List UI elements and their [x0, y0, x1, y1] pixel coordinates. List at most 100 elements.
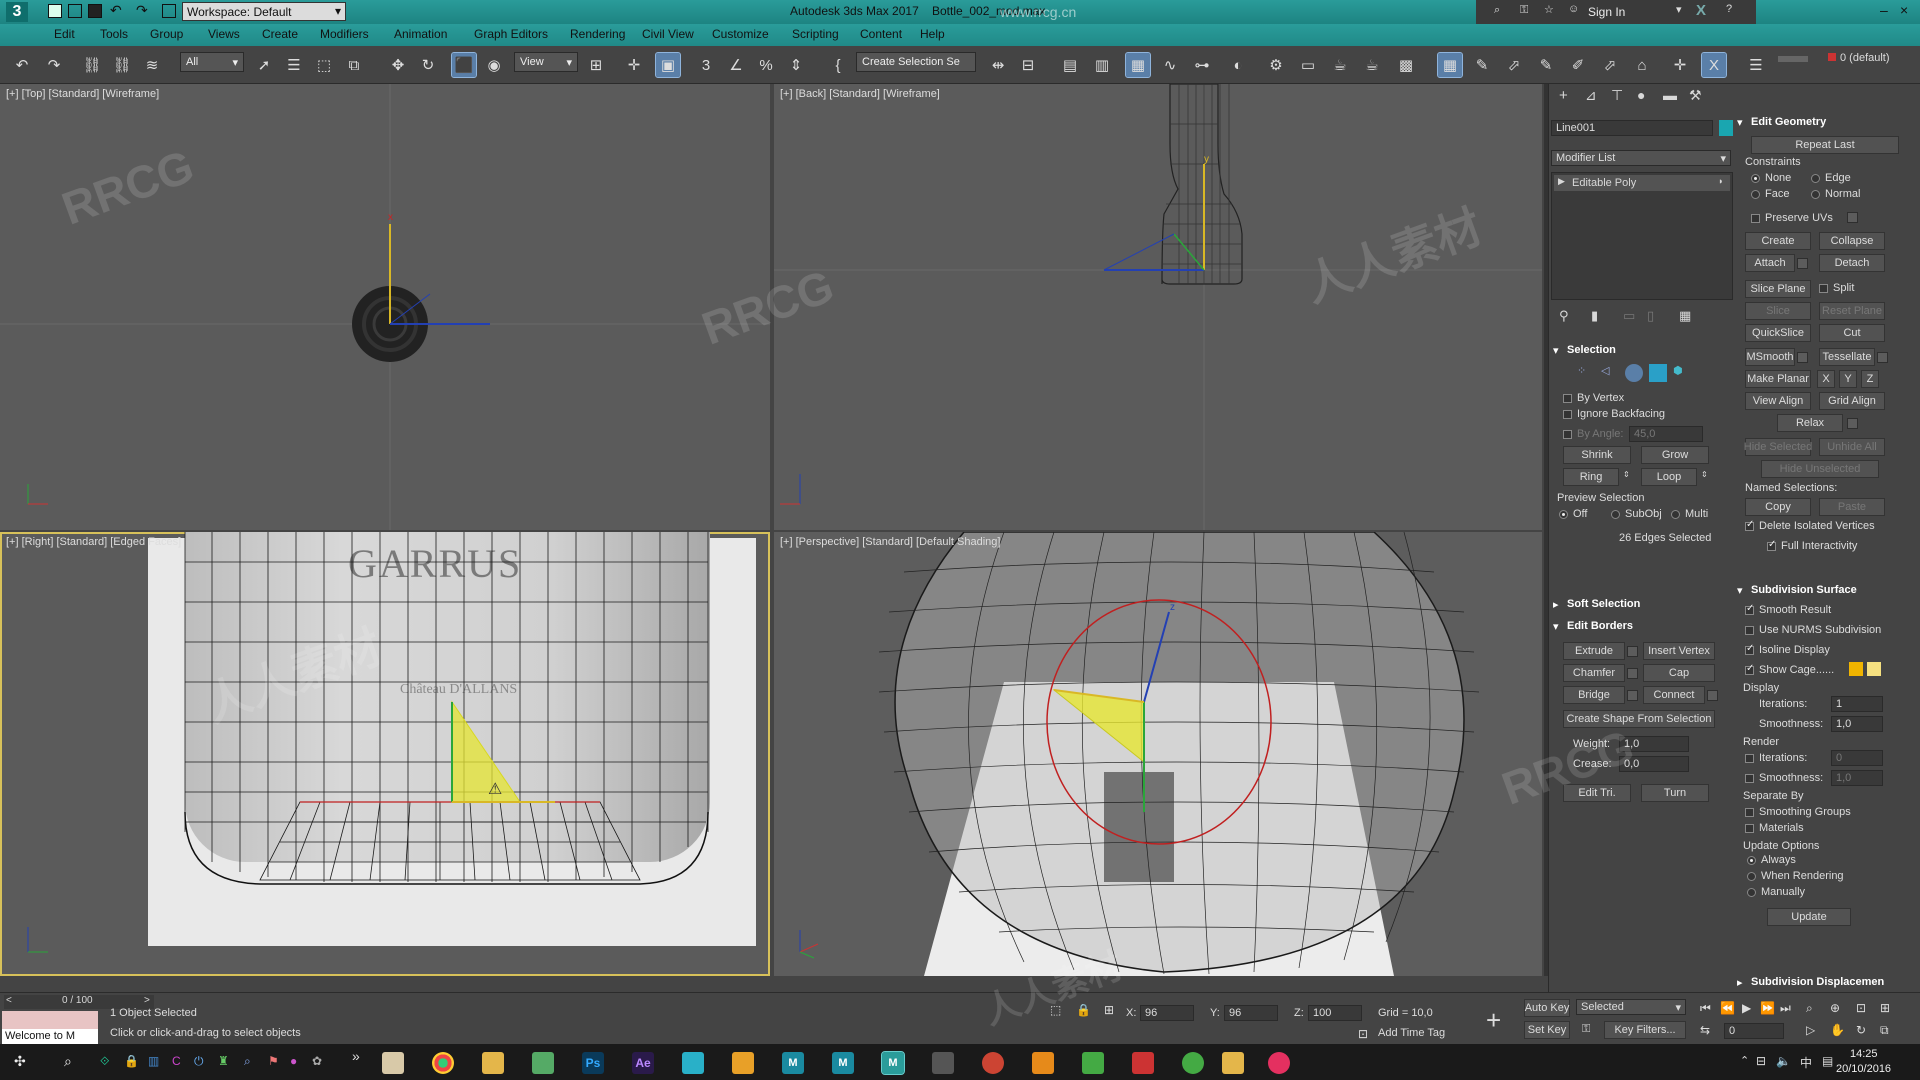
render-iterations-field[interactable]: 0: [1831, 750, 1883, 766]
loop-spinner[interactable]: ⇕: [1701, 470, 1708, 479]
coord-x-field[interactable]: 96: [1140, 1005, 1194, 1021]
planar-x-button[interactable]: X: [1817, 370, 1835, 388]
coord-y-field[interactable]: 96: [1224, 1005, 1278, 1021]
extrude-button[interactable]: Extrude: [1563, 642, 1625, 660]
menu-group[interactable]: Group: [150, 27, 183, 41]
menu-edit[interactable]: Edit: [54, 27, 75, 41]
percent-snap-icon[interactable]: %: [754, 53, 778, 77]
go-to-start-icon[interactable]: ⏮: [1700, 1001, 1711, 1016]
maxscript-listener[interactable]: [2, 1011, 98, 1029]
maxscript-mini[interactable]: Welcome to M: [2, 1029, 98, 1045]
lock-app-icon[interactable]: 🔒: [124, 1054, 139, 1068]
turn-button[interactable]: Turn: [1641, 784, 1709, 802]
new-file-icon[interactable]: [48, 4, 62, 18]
start-icon[interactable]: ✣: [14, 1053, 26, 1070]
select-manipulate-icon[interactable]: ◉: [482, 53, 506, 77]
menu-graph-editors[interactable]: Graph Editors: [474, 27, 548, 41]
tk-app-5-icon[interactable]: [982, 1052, 1004, 1074]
quick-redo-icon[interactable]: ↷: [136, 2, 148, 19]
pan-icon[interactable]: ✋: [1830, 1023, 1845, 1037]
display-tab-icon[interactable]: ▬: [1663, 87, 1677, 103]
tk-app-4-icon[interactable]: [932, 1052, 954, 1074]
select-object-icon[interactable]: ➚: [252, 53, 276, 77]
auto-key-button[interactable]: Auto Key: [1524, 999, 1570, 1017]
make-planar-button[interactable]: Make Planar: [1745, 370, 1811, 388]
aftereffects-icon[interactable]: Ae: [632, 1052, 654, 1074]
edit-borders-title[interactable]: Edit Borders: [1567, 620, 1633, 632]
zoom-extents-all-icon[interactable]: ⊞: [1880, 1001, 1890, 1015]
planar-y-button[interactable]: Y: [1839, 370, 1857, 388]
detach-button[interactable]: Detach: [1819, 254, 1885, 272]
time-tag-icon[interactable]: ⊡: [1358, 1027, 1368, 1041]
explorer-icon[interactable]: [382, 1052, 404, 1074]
zoom-all-icon[interactable]: ⊕: [1830, 1001, 1840, 1015]
loop-button[interactable]: Loop: [1641, 468, 1697, 486]
by-angle-checkbox[interactable]: [1563, 430, 1572, 439]
tray-flag-icon[interactable]: ⚑: [268, 1054, 279, 1068]
smoothing-groups-checkbox[interactable]: [1745, 808, 1754, 817]
ignore-backfacing-checkbox[interactable]: [1563, 410, 1572, 419]
zoom-icon[interactable]: ⌕: [1806, 1001, 1813, 1016]
field-of-view-icon[interactable]: ▷: [1806, 1023, 1815, 1037]
collapse-button[interactable]: Collapse: [1819, 232, 1885, 250]
ref-coord-dropdown[interactable]: View ▾: [514, 52, 578, 72]
render-iterations-checkbox[interactable]: [1745, 754, 1754, 763]
update-rendering-radio[interactable]: [1747, 872, 1756, 881]
tray-app-icon[interactable]: ▥: [148, 1054, 159, 1068]
pencil-icon[interactable]: ✎: [1534, 53, 1558, 77]
paste-button[interactable]: Paste: [1819, 498, 1885, 516]
maya-2-icon[interactable]: M: [832, 1052, 854, 1074]
notification-icon[interactable]: ▤: [1822, 1054, 1833, 1068]
undo-icon[interactable]: ↶: [10, 53, 34, 77]
open-file-icon[interactable]: [68, 4, 82, 18]
taskbar-date[interactable]: 20/10/2016: [1836, 1063, 1891, 1075]
display-iterations-field[interactable]: 1: [1831, 696, 1883, 712]
viewport-perspective[interactable]: [+] [Perspective] [Standard] [Default Sh…: [774, 532, 1542, 976]
menu-rendering[interactable]: Rendering: [570, 27, 625, 41]
object-color-swatch[interactable]: [1719, 120, 1733, 136]
tray-pink-icon[interactable]: ●: [290, 1054, 297, 1068]
lock-icon[interactable]: 🔒: [1076, 1003, 1091, 1017]
create-shape-button[interactable]: Create Shape From Selection: [1563, 710, 1715, 728]
menu-scripting[interactable]: Scripting: [792, 27, 839, 41]
tk-app-2-icon[interactable]: [682, 1052, 704, 1074]
orbit-icon[interactable]: ↻: [1856, 1023, 1866, 1037]
search-icon[interactable]: ⌕: [64, 1053, 72, 1070]
connect-settings-icon[interactable]: [1707, 690, 1718, 701]
menu-create[interactable]: Create: [262, 27, 298, 41]
previous-frame-icon[interactable]: ⏪: [1720, 1001, 1735, 1015]
ribbon-icon[interactable]: ▦: [1125, 52, 1151, 78]
window-crossing-icon[interactable]: ⧉: [342, 53, 366, 77]
msmooth-settings-icon[interactable]: [1797, 352, 1808, 363]
share-icon[interactable]: ⟐: [100, 1054, 109, 1069]
update-always-radio[interactable]: [1747, 856, 1756, 865]
render-frame-icon[interactable]: ▭: [1296, 53, 1320, 77]
edit-geometry-title[interactable]: Edit Geometry: [1751, 116, 1826, 128]
edge-level-icon[interactable]: ◁: [1601, 364, 1619, 382]
ime-icon[interactable]: 中: [1800, 1054, 1812, 1071]
element-level-icon[interactable]: ⬢: [1673, 364, 1691, 382]
minimize-icon[interactable]: –: [1880, 2, 1888, 18]
keyboard-shortcut-override-icon[interactable]: ▣: [655, 52, 681, 78]
network-icon[interactable]: ⊟: [1756, 1054, 1766, 1068]
star-icon[interactable]: ☆: [1544, 3, 1554, 16]
chrome-icon[interactable]: [432, 1052, 454, 1074]
menu-views[interactable]: Views: [208, 27, 240, 41]
tk-app-9-icon[interactable]: [1182, 1052, 1204, 1074]
quickslice-button[interactable]: QuickSlice: [1745, 324, 1811, 342]
configure-sets-icon[interactable]: ▦: [1679, 308, 1691, 324]
absolute-mode-icon[interactable]: ⊞: [1104, 1003, 1114, 1017]
materials-checkbox[interactable]: [1745, 824, 1754, 833]
edit-tri-button[interactable]: Edit Tri.: [1563, 784, 1631, 802]
subdivision-displacement-arrow-icon[interactable]: ▸: [1737, 976, 1743, 989]
coord-z-field[interactable]: 100: [1308, 1005, 1362, 1021]
cut-button[interactable]: Cut: [1819, 324, 1885, 342]
crease-field[interactable]: 0,0: [1619, 756, 1689, 772]
tk-app-10-icon[interactable]: [1268, 1052, 1290, 1074]
schematic-icon[interactable]: ⊶: [1190, 53, 1214, 77]
create-button[interactable]: Create: [1745, 232, 1811, 250]
msmooth-button[interactable]: MSmooth: [1745, 348, 1795, 366]
workspace-dropdown[interactable]: Workspace: Default ▾: [182, 2, 346, 21]
add-time-tag[interactable]: Add Time Tag: [1378, 1027, 1445, 1039]
edit-named-sets-icon[interactable]: {: [826, 53, 850, 77]
